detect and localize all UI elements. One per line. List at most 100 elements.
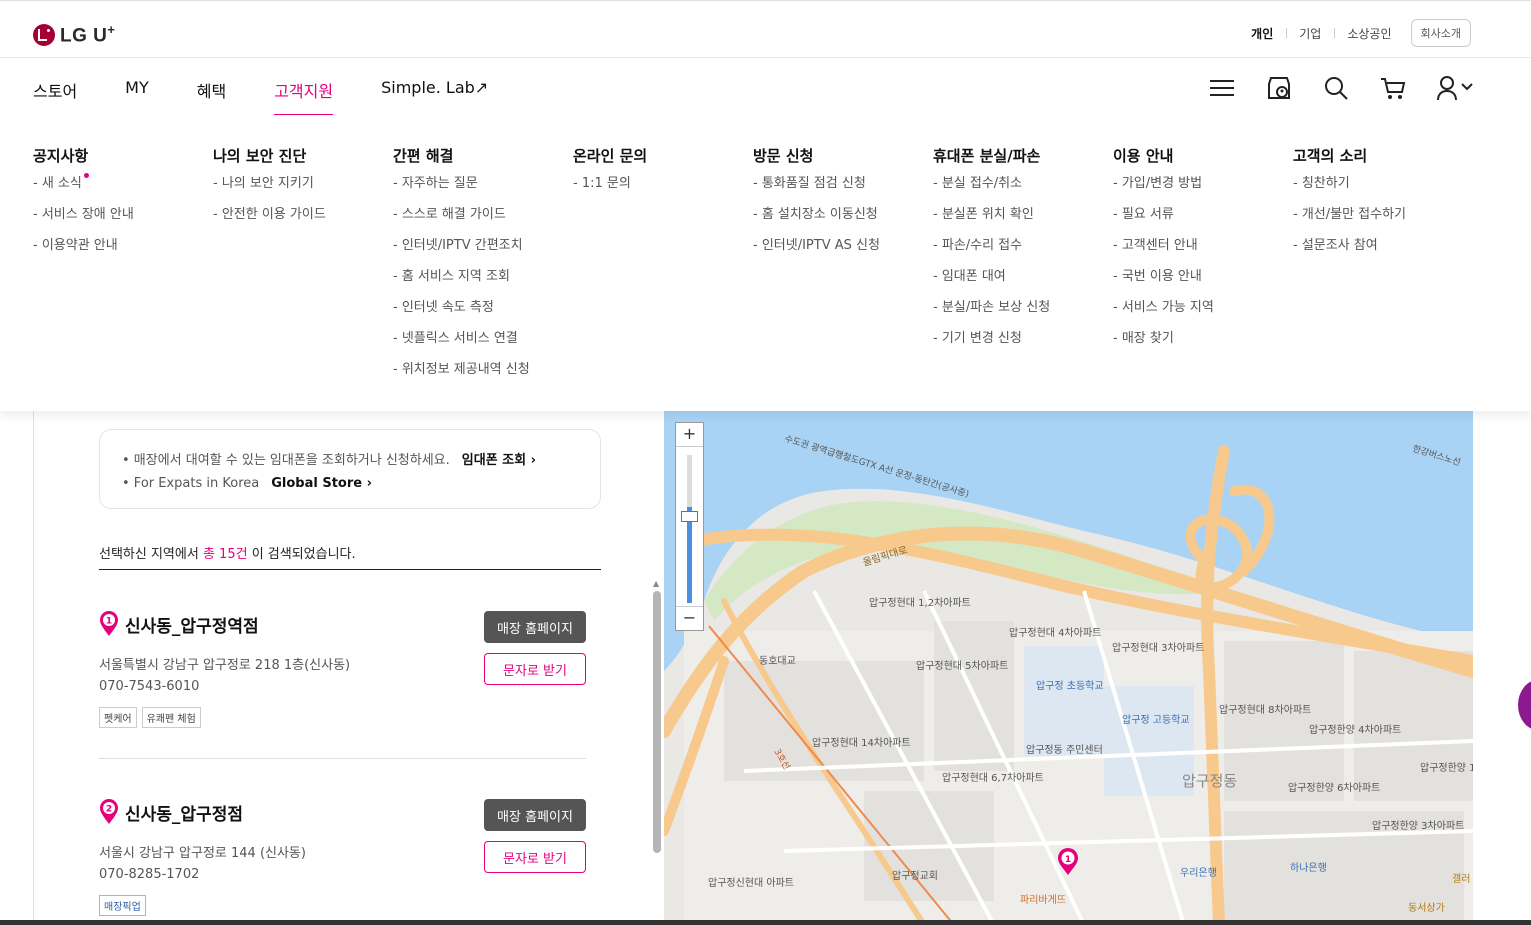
nav-store[interactable]: 스토어 xyxy=(33,78,77,116)
menu-item[interactable]: 안전한 이용 가이드 xyxy=(213,206,326,237)
segment-small-business[interactable]: 소상공인 xyxy=(1334,25,1404,42)
menu-col-lost-phone: 휴대폰 분실/파손 분실 접수/취소 분실폰 위치 확인 파손/수리 접수 임대… xyxy=(933,145,1050,361)
map-label: 동서상가 xyxy=(1408,902,1445,914)
map-label: 압구정한양 3차아파트 xyxy=(1372,819,1464,832)
scroll-up-icon[interactable]: ▲ xyxy=(653,579,659,588)
menu-col-notice: 공지사항 새 소식 서비스 장애 안내 이용약관 안내 xyxy=(33,145,134,268)
menu-item[interactable]: 개선/불만 접수하기 xyxy=(1293,206,1406,237)
menu-col-title[interactable]: 방문 신청 xyxy=(753,145,880,166)
zoom-handle[interactable] xyxy=(681,511,698,522)
menu-item[interactable]: 홈 설치장소 이동신청 xyxy=(753,206,880,237)
map-label: 압구정동 주민센터 xyxy=(1026,743,1103,756)
menu-item[interactable]: 설문조사 참여 xyxy=(1293,237,1406,268)
store-homepage-button[interactable]: 매장 홈페이지 xyxy=(484,611,586,643)
rental-phone-link[interactable]: 임대폰 조회 › xyxy=(462,449,536,468)
menu-col-title[interactable]: 온라인 문의 xyxy=(573,145,647,166)
hamburger-icon[interactable] xyxy=(1209,75,1235,101)
menu-item[interactable]: 필요 서류 xyxy=(1113,206,1214,237)
menu-col-title[interactable]: 고객의 소리 xyxy=(1293,145,1406,166)
map-label: 압구정한양 6차아파트 xyxy=(1288,781,1380,794)
menu-col-title[interactable]: 이용 안내 xyxy=(1113,145,1214,166)
menu-item[interactable]: 스스로 해결 가이드 xyxy=(393,206,530,237)
menu-col-title[interactable]: 나의 보안 진단 xyxy=(213,145,326,166)
menu-item[interactable]: 위치정보 제공내역 신청 xyxy=(393,361,530,392)
segment-personal[interactable]: 개인 xyxy=(1238,25,1286,42)
nav-support[interactable]: 고객지원 xyxy=(274,78,333,116)
menu-item[interactable]: 자주하는 질문 xyxy=(393,175,530,206)
menu-item[interactable]: 넷플릭스 서비스 연결 xyxy=(393,330,530,361)
new-dot-icon xyxy=(83,173,89,178)
menu-item[interactable]: 인터넷/IPTV AS 신청 xyxy=(753,237,880,268)
menu-item[interactable]: 이용약관 안내 xyxy=(33,237,134,268)
menu-item[interactable]: 고객센터 안내 xyxy=(1113,237,1214,268)
menu-col-title[interactable]: 휴대폰 분실/파손 xyxy=(933,145,1050,166)
map-label: 압구정현대 6,7차아파트 xyxy=(942,771,1044,784)
store-tag: 펫케어 xyxy=(99,707,137,728)
map-label: 압구정현대 3차아파트 xyxy=(1112,641,1204,654)
menu-item[interactable]: 통화품질 점검 신청 xyxy=(753,175,880,206)
menu-col-title[interactable]: 간편 해결 xyxy=(393,145,530,166)
send-sms-button[interactable]: 문자로 받기 xyxy=(484,653,586,685)
zoom-in-button[interactable]: + xyxy=(676,423,703,447)
zoom-control: + − xyxy=(675,422,704,631)
nav-benefits[interactable]: 혜택 xyxy=(197,78,226,116)
menu-item[interactable]: 분실폰 위치 확인 xyxy=(933,206,1050,237)
about-company-button[interactable]: 회사소개 xyxy=(1410,19,1471,47)
cart-icon[interactable] xyxy=(1380,75,1406,101)
menu-item[interactable]: 서비스 가능 지역 xyxy=(1113,299,1214,330)
map-label: 압구정한양 1차아파트 xyxy=(1420,761,1473,774)
send-sms-button[interactable]: 문자로 받기 xyxy=(484,841,586,873)
store-card[interactable]: 2 신사동_압구정점 서울시 강남구 압구정로 144 (신사동) 070-82… xyxy=(99,799,586,919)
map-label: 압구정 고등학교 xyxy=(1122,713,1190,726)
store-map-icon[interactable] xyxy=(1266,75,1292,101)
menu-col-online-inquiry: 온라인 문의 1:1 문의 xyxy=(573,145,647,206)
segment-business[interactable]: 기업 xyxy=(1286,25,1334,42)
store-tag: 유쾌펜 체험 xyxy=(141,707,201,728)
menu-item[interactable]: 1:1 문의 xyxy=(573,175,647,206)
list-scrollbar[interactable]: ▲ xyxy=(652,579,662,925)
info-text-rental: • 매장에서 대여할 수 있는 임대폰을 조회하거나 신청하세요. xyxy=(122,453,450,468)
store-list-panel: • 매장에서 대여할 수 있는 임대폰을 조회하거나 신청하세요. 임대폰 조회 … xyxy=(33,411,663,925)
menu-item[interactable]: 나의 보안 지키기 xyxy=(213,175,326,206)
map-label: 압구정한양 4차아파트 xyxy=(1309,723,1401,736)
menu-item[interactable]: 기기 변경 신청 xyxy=(933,330,1050,361)
logo-text: LG U+ xyxy=(60,22,116,47)
menu-item[interactable]: 국번 이용 안내 xyxy=(1113,268,1214,299)
store-map[interactable]: 수도권 광역급행철도GTX A선 운정-동탄간(공사중) 한강버스노선 올림픽대… xyxy=(664,411,1473,925)
menu-col-title[interactable]: 공지사항 xyxy=(33,145,134,166)
map-canvas[interactable]: 수도권 광역급행철도GTX A선 운정-동탄간(공사중) 한강버스노선 올림픽대… xyxy=(664,411,1473,925)
menu-item[interactable]: 홈 서비스 지역 조회 xyxy=(393,268,530,299)
menu-item[interactable]: 서비스 장애 안내 xyxy=(33,206,134,237)
menu-item[interactable]: 새 소식 xyxy=(33,173,134,206)
store-homepage-button[interactable]: 매장 홈페이지 xyxy=(484,799,586,831)
store-name[interactable]: 신사동_압구정점 xyxy=(125,800,243,825)
menu-item[interactable]: 분실/파손 보상 신청 xyxy=(933,299,1050,330)
user-icon[interactable] xyxy=(1437,75,1473,101)
lg-uplus-logo[interactable]: LG U+ xyxy=(33,22,115,47)
store-name[interactable]: 신사동_압구정역점 xyxy=(125,612,259,637)
map-label: 동호대교 xyxy=(759,655,796,667)
menu-item[interactable]: 분실 접수/취소 xyxy=(933,175,1050,206)
search-icon[interactable] xyxy=(1323,75,1349,101)
menu-item[interactable]: 임대폰 대여 xyxy=(933,268,1050,299)
menu-item[interactable]: 칭찬하기 xyxy=(1293,175,1406,206)
menu-item[interactable]: 매장 찾기 xyxy=(1113,330,1214,361)
menu-item[interactable]: 인터넷/IPTV 간편조치 xyxy=(393,237,530,268)
zoom-out-button[interactable]: − xyxy=(676,606,703,630)
store-card[interactable]: 1 신사동_압구정역점 서울특별시 강남구 압구정로 218 1층(신사동) 0… xyxy=(99,611,586,731)
nav-my[interactable]: MY xyxy=(125,78,149,116)
chatbot-button[interactable] xyxy=(1518,680,1531,730)
svg-text:2: 2 xyxy=(106,805,112,815)
global-store-link[interactable]: Global Store › xyxy=(271,476,372,491)
scrollbar-thumb[interactable] xyxy=(653,591,661,853)
menu-item[interactable]: 파손/수리 접수 xyxy=(933,237,1050,268)
menu-item[interactable]: 인터넷 속도 측정 xyxy=(393,299,530,330)
zoom-track[interactable] xyxy=(687,455,692,603)
map-label: 하나은행 xyxy=(1290,861,1327,874)
svg-text:1: 1 xyxy=(1065,855,1071,865)
map-label: 압구정신현대 아파트 xyxy=(708,876,794,889)
top-bar: LG U+ 개인 기업 소상공인 회사소개 xyxy=(0,0,1531,58)
menu-item[interactable]: 가입/변경 방법 xyxy=(1113,175,1214,206)
taskbar-strip xyxy=(0,920,1531,925)
nav-simple-lab[interactable]: Simple. Lab↗ xyxy=(381,78,488,116)
